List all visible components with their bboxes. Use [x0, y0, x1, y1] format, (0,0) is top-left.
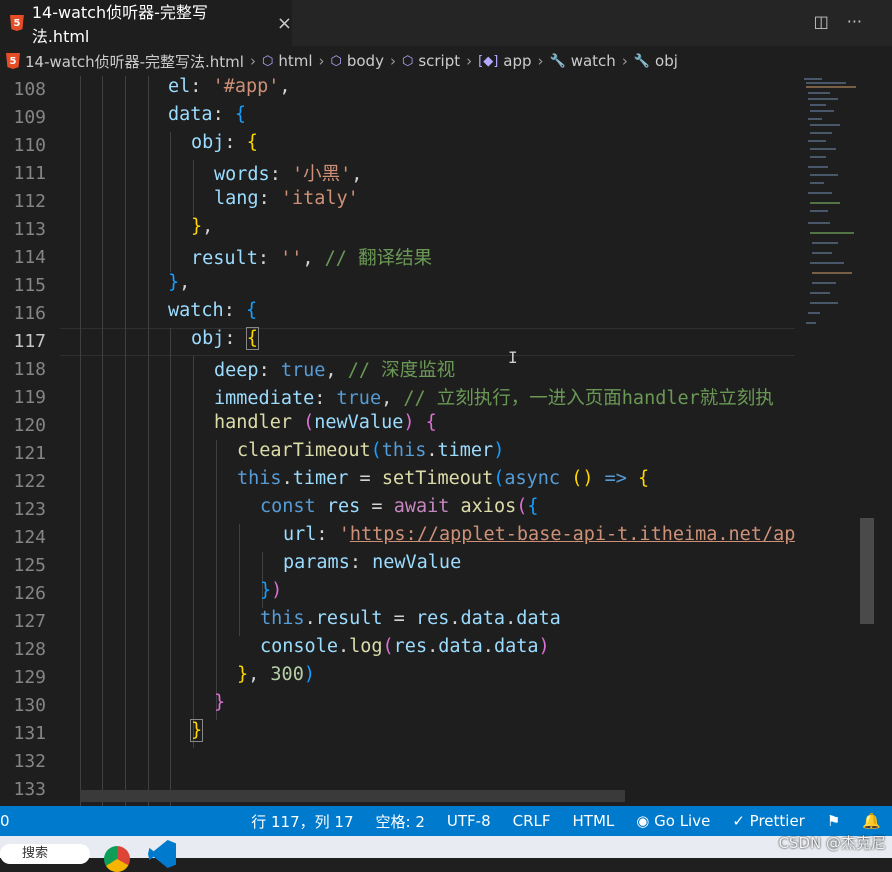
breadcrumb-watch[interactable]: 🔧 watch	[550, 52, 616, 70]
code-line: lang: 'italy'	[214, 188, 359, 209]
html5-icon: 5	[6, 53, 20, 69]
cube-icon: ⬡	[261, 53, 274, 69]
chevron-right-icon: ›	[249, 52, 256, 70]
code-line: result: '', // 翻译结果	[191, 248, 433, 269]
breadcrumb-obj[interactable]: 🔧 obj	[634, 52, 678, 70]
chevron-right-icon: ›	[318, 52, 325, 70]
code-line: console.log(res.data.data)	[260, 636, 550, 657]
variable-icon: [◆]	[478, 53, 499, 69]
chevron-right-icon: ›	[537, 52, 544, 70]
code-line: words: '小黑',	[214, 164, 363, 185]
go-live-label: Go Live	[654, 812, 711, 830]
indent-guide	[216, 440, 217, 720]
code-line: })	[260, 580, 283, 601]
code-line: },	[168, 272, 191, 293]
breadcrumb-label: app	[503, 52, 532, 70]
mouse-text-cursor: I	[508, 348, 518, 367]
code-line: const res = await axios({	[260, 496, 539, 517]
vertical-scrollbar-track	[874, 76, 892, 806]
cube-icon: ⬡	[401, 53, 414, 69]
breadcrumb-label: watch	[570, 52, 616, 70]
indent-guide	[193, 356, 194, 748]
status-bar: 0 行 117，列 17 空格: 2 UTF-8 CRLF HTML ◉ Go …	[0, 806, 892, 836]
go-live-button[interactable]: ◉ Go Live	[625, 812, 721, 830]
breadcrumb-label: html	[278, 52, 313, 70]
watermark: CSDN @杰克尼	[778, 834, 886, 852]
editor-tab[interactable]: 5 14-watch侦听器-完整写法.html ×	[0, 0, 292, 46]
indent-guide	[80, 76, 81, 806]
chevron-right-icon: ›	[466, 52, 473, 70]
vscode-icon[interactable]	[148, 840, 176, 868]
code-line: url: 'https://applet-base-api-t.itheima.…	[283, 524, 795, 545]
close-icon[interactable]: ×	[277, 13, 292, 34]
breadcrumb-body[interactable]: ⬡ body	[330, 52, 383, 70]
broadcast-icon: ◉	[636, 812, 655, 830]
chevron-right-icon: ›	[621, 52, 628, 70]
wrench-icon: 🔧	[633, 53, 651, 69]
url-link[interactable]: https://applet-base-api-t.itheima.net/ap	[350, 524, 795, 545]
language-mode[interactable]: HTML	[562, 812, 626, 830]
breadcrumb-app[interactable]: [◆] app	[478, 52, 531, 70]
code-line: clearTimeout(this.timer)	[237, 440, 505, 461]
breadcrumb-script[interactable]: ⬡ script	[402, 52, 460, 70]
breadcrumb-html[interactable]: ⬡ html	[262, 52, 313, 70]
chevron-right-icon: ›	[389, 52, 396, 70]
indent-guide	[239, 524, 240, 636]
code-line: }	[214, 692, 226, 713]
tab-title: 14-watch侦听器-完整写法.html	[31, 3, 208, 46]
indent-guide	[102, 76, 103, 806]
indent-guide	[125, 76, 126, 806]
breadcrumb-file[interactable]: 5 14-watch侦听器-完整写法.html	[6, 51, 244, 72]
wrench-icon: 🔧	[549, 53, 566, 69]
taskbar: 搜索	[0, 836, 892, 872]
code-line: watch: {	[168, 300, 258, 321]
tab-actions: ◫ ···	[814, 12, 862, 31]
code-line: obj: {	[191, 132, 258, 153]
code-line: deep: true, // 深度监视	[214, 360, 456, 381]
breadcrumb-label: script	[418, 52, 461, 70]
more-actions-icon[interactable]: ···	[847, 12, 862, 31]
prettier-label: Prettier	[749, 812, 805, 830]
indent-guide	[170, 328, 171, 806]
indent-guide	[148, 76, 149, 806]
code-line: handler (newValue) {	[214, 412, 437, 433]
breadcrumb: 5 14-watch侦听器-完整写法.html › ⬡ html › ⬡ body …	[0, 46, 892, 76]
cursor-position[interactable]: 行 117，列 17	[240, 811, 364, 832]
split-editor-icon[interactable]: ◫	[814, 12, 829, 31]
html5-icon: 5	[10, 15, 24, 31]
breadcrumb-label: body	[346, 52, 384, 70]
horizontal-scrollbar-thumb[interactable]	[80, 790, 625, 802]
code-line: this.result = res.data.data	[260, 608, 561, 629]
code-line: this.timer = setTimeout(async () => {	[237, 468, 650, 489]
indent-guide	[193, 160, 194, 216]
code-line: data: {	[168, 104, 246, 125]
indent-guide	[170, 132, 171, 272]
check-double-icon: ✓	[732, 812, 750, 830]
code-line-active: obj: {	[191, 327, 259, 350]
code-line: },	[191, 216, 214, 237]
breadcrumb-file-label: 14-watch侦听器-完整写法.html	[25, 52, 244, 71]
minimap[interactable]	[800, 76, 860, 336]
taskbar-search[interactable]: 搜索	[0, 844, 90, 864]
code-line: el: '#app',	[168, 76, 291, 97]
code-area[interactable]: el: '#app', data: { obj: { words: '小黑', …	[0, 76, 795, 806]
code-line: immediate: true, // 立刻执行，一进入页面handler就立刻…	[214, 388, 774, 409]
cube-icon: ⬡	[330, 53, 342, 69]
prettier-button[interactable]: ✓ Prettier	[721, 812, 816, 830]
breadcrumb-label: obj	[655, 52, 678, 70]
feedback-icon[interactable]: ⚑	[816, 812, 851, 830]
status-left[interactable]: 0	[0, 812, 21, 830]
code-line: }, 300)	[237, 664, 315, 685]
vertical-scrollbar-thumb[interactable]	[860, 518, 874, 624]
line-ending[interactable]: CRLF	[502, 812, 562, 830]
code-line: params: newValue	[283, 552, 462, 573]
encoding[interactable]: UTF-8	[436, 812, 502, 830]
tab-bar: 5 14-watch侦听器-完整写法.html × ◫ ···	[0, 0, 892, 46]
bell-icon[interactable]: 🔔	[851, 812, 892, 830]
indentation[interactable]: 空格: 2	[365, 811, 436, 832]
chrome-icon[interactable]	[104, 846, 130, 872]
code-line: }	[189, 719, 204, 742]
code-editor[interactable]: 108 109 110 111 112 113 114 115 116 117 …	[0, 76, 892, 806]
